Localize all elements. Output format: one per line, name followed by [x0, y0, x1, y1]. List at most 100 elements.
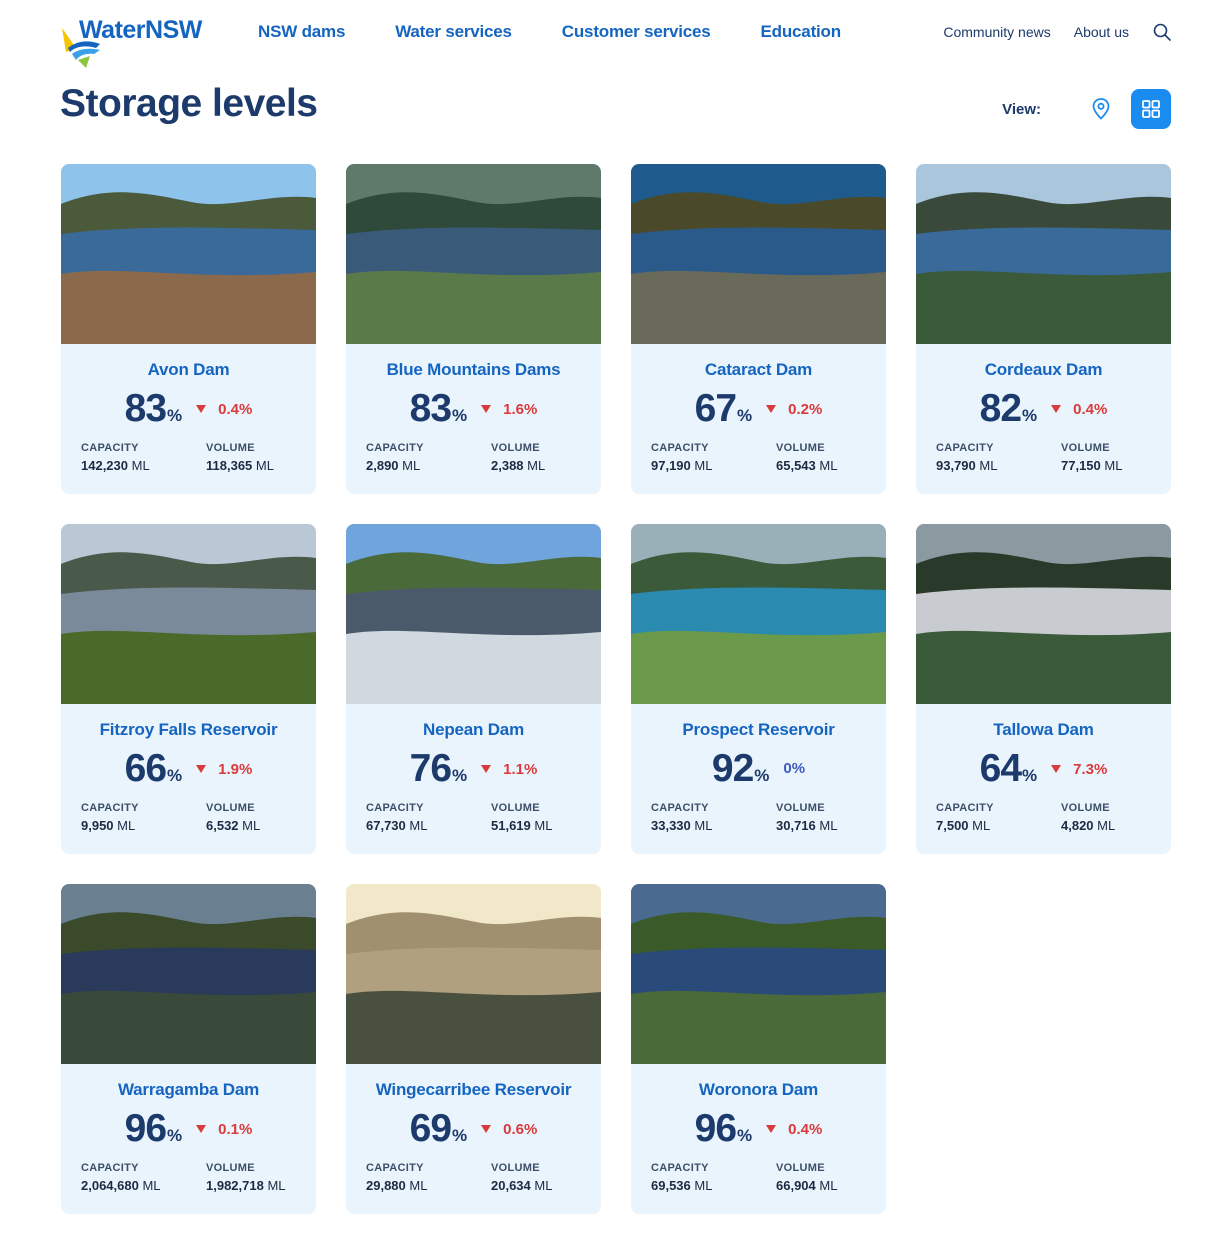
volume-label: VOLUME: [1061, 802, 1110, 814]
volume-stat: VOLUME 118,365 ML: [206, 442, 316, 473]
volume-label: VOLUME: [206, 802, 255, 814]
unit-label: ML: [694, 458, 713, 473]
dam-name: Wingecarribee Reservoir: [375, 1080, 572, 1099]
dam-stats: CAPACITY 9,950 ML VOLUME 6,532 ML: [81, 802, 316, 833]
dam-card[interactable]: Cordeaux Dam 82 % 0.4% CAPACITY 93,790 M…: [916, 164, 1171, 494]
nav-nsw-dams[interactable]: NSW dams: [258, 22, 345, 42]
unit-label: ML: [142, 1178, 161, 1193]
nav-customer-services[interactable]: Customer services: [562, 22, 711, 42]
nav-water-services[interactable]: Water services: [395, 22, 512, 42]
dam-card[interactable]: Wingecarribee Reservoir 69 % 0.6% CAPACI…: [346, 884, 601, 1214]
unit-label: ML: [819, 818, 838, 833]
volume-stat: VOLUME 2,388 ML: [491, 442, 601, 473]
dam-name: Warragamba Dam: [117, 1080, 260, 1099]
grid-icon: [1142, 100, 1160, 118]
dam-card[interactable]: Cataract Dam 67 % 0.2% CAPACITY 97,190 M…: [631, 164, 886, 494]
dam-card[interactable]: Fitzroy Falls Reservoir 66 % 1.9% CAPACI…: [61, 524, 316, 854]
level-percent: 83: [124, 387, 167, 430]
grid-view-button[interactable]: [1131, 89, 1171, 129]
dam-card[interactable]: Nepean Dam 76 % 1.1% CAPACITY 67,730 ML …: [346, 524, 601, 854]
waternsw-logo[interactable]: WaterNSW: [60, 16, 210, 68]
level-change: 0.6%: [481, 1121, 537, 1138]
capacity-label: CAPACITY: [651, 802, 709, 814]
level-percent: 96: [124, 1107, 167, 1150]
level-change: 0.4%: [1051, 401, 1107, 418]
down-arrow-icon: [481, 765, 492, 773]
volume-stat: VOLUME 65,543 ML: [776, 442, 886, 473]
dam-photo: [631, 884, 886, 1064]
storage-level: 96 % 0.4%: [631, 1107, 886, 1151]
dam-photo: [631, 164, 886, 344]
unit-label: ML: [242, 818, 261, 833]
volume-value: 51,619: [491, 818, 531, 833]
unit-label: ML: [819, 458, 838, 473]
level-change: 0.2%: [766, 401, 822, 418]
dam-stats: CAPACITY 97,190 ML VOLUME 65,543 ML: [651, 442, 886, 473]
unit-label: ML: [694, 1178, 713, 1193]
down-arrow-icon: [196, 765, 207, 773]
view-switcher: View:: [1002, 89, 1171, 129]
unit-label: ML: [527, 458, 546, 473]
volume-label: VOLUME: [491, 1162, 540, 1174]
dam-name: Prospect Reservoir: [682, 720, 835, 739]
view-label: View:: [1002, 100, 1041, 118]
dam-photo: [61, 524, 316, 704]
volume-value: 1,982,718: [206, 1178, 264, 1193]
volume-value: 2,388: [491, 458, 524, 473]
down-arrow-icon: [196, 405, 207, 413]
level-percent: 67: [694, 387, 737, 430]
dam-name: Nepean Dam: [423, 720, 524, 739]
volume-stat: VOLUME 20,634 ML: [491, 1162, 601, 1193]
map-view-button[interactable]: [1081, 89, 1121, 129]
dam-card[interactable]: Warragamba Dam 96 % 0.1% CAPACITY 2,064,…: [61, 884, 316, 1214]
percent-sign: %: [1022, 406, 1038, 425]
change-value: 0.4%: [218, 400, 253, 418]
dam-stats: CAPACITY 7,500 ML VOLUME 4,820 ML: [936, 802, 1171, 833]
dam-name: Fitzroy Falls Reservoir: [99, 720, 278, 739]
dam-stats: CAPACITY 29,880 ML VOLUME 20,634 ML: [366, 1162, 601, 1193]
capacity-stat: CAPACITY 93,790 ML: [936, 442, 1061, 473]
down-arrow-icon: [481, 405, 492, 413]
volume-value: 118,365: [206, 458, 253, 473]
capacity-value: 142,230: [81, 458, 128, 473]
level-percent: 69: [409, 1107, 452, 1150]
dam-photo: [346, 164, 601, 344]
dam-card[interactable]: Tallowa Dam 64 % 7.3% CAPACITY 7,500 ML …: [916, 524, 1171, 854]
volume-stat: VOLUME 51,619 ML: [491, 802, 601, 833]
capacity-stat: CAPACITY 7,500 ML: [936, 802, 1061, 833]
capacity-value: 97,190: [651, 458, 691, 473]
dam-card[interactable]: Avon Dam 83 % 0.4% CAPACITY 142,230 ML V…: [61, 164, 316, 494]
dam-card[interactable]: Blue Mountains Dams 83 % 1.6% CAPACITY 2…: [346, 164, 601, 494]
down-arrow-icon: [766, 1125, 777, 1133]
dam-photo: [61, 164, 316, 344]
percent-sign: %: [452, 1126, 468, 1145]
volume-value: 4,820: [1061, 818, 1094, 833]
change-value: 0.1%: [218, 1120, 253, 1138]
capacity-label: CAPACITY: [81, 802, 139, 814]
search-icon[interactable]: [1152, 22, 1172, 42]
volume-value: 65,543: [776, 458, 816, 473]
capacity-label: CAPACITY: [366, 442, 424, 454]
percent-sign: %: [737, 1126, 753, 1145]
dam-photo: [61, 884, 316, 1064]
percent-sign: %: [452, 766, 468, 785]
capacity-label: CAPACITY: [936, 442, 994, 454]
capacity-label: CAPACITY: [651, 442, 709, 454]
capacity-stat: CAPACITY 97,190 ML: [651, 442, 776, 473]
unit-label: ML: [409, 1178, 428, 1193]
level-percent: 92: [711, 747, 754, 790]
dam-stats: CAPACITY 2,890 ML VOLUME 2,388 ML: [366, 442, 601, 473]
nav-about-us[interactable]: About us: [1074, 24, 1129, 40]
dam-photo: [631, 524, 886, 704]
nav-community-news[interactable]: Community news: [943, 24, 1050, 40]
nav-education[interactable]: Education: [761, 22, 842, 42]
percent-sign: %: [1022, 766, 1038, 785]
unit-label: ML: [972, 818, 991, 833]
dam-card[interactable]: Prospect Reservoir 92 % 0% CAPACITY 33,3…: [631, 524, 886, 854]
capacity-value: 33,330: [651, 818, 691, 833]
change-value: 0.2%: [788, 400, 823, 418]
volume-stat: VOLUME 30,716 ML: [776, 802, 886, 833]
dam-card[interactable]: Woronora Dam 96 % 0.4% CAPACITY 69,536 M…: [631, 884, 886, 1214]
percent-sign: %: [737, 406, 753, 425]
volume-value: 6,532: [206, 818, 239, 833]
